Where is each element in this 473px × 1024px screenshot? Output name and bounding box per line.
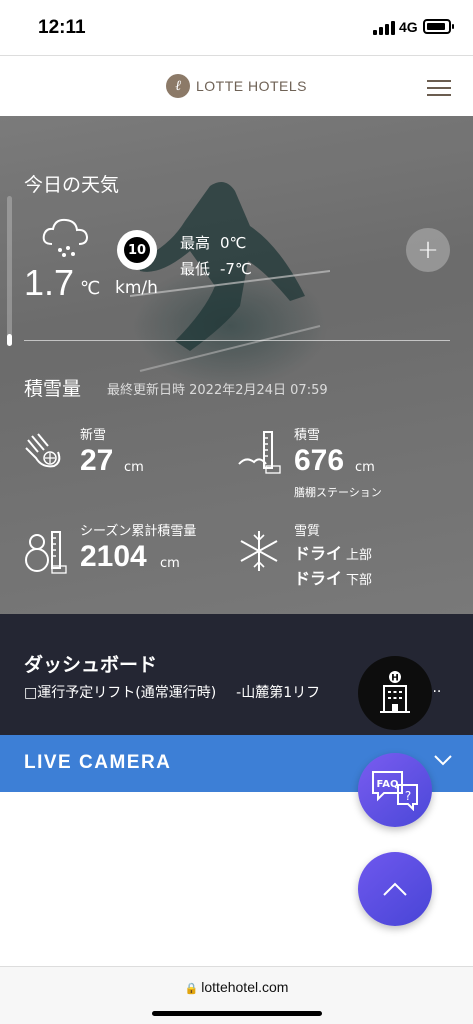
- logo-text: LOTTE HOTELS: [196, 78, 308, 94]
- hotel-icon: H: [380, 671, 410, 713]
- quality-upper-label: 上部: [346, 548, 373, 563]
- new-snow-unit: cm: [124, 460, 144, 475]
- vertical-scrollbar[interactable]: [7, 196, 12, 346]
- menu-icon[interactable]: [427, 80, 451, 96]
- url-display[interactable]: 🔒 lottehotel.com: [0, 979, 473, 995]
- high-label: 最高: [180, 234, 211, 252]
- snowflake-icon: [240, 531, 278, 571]
- season-total-unit: cm: [160, 556, 180, 571]
- chevron-up-icon: [383, 882, 407, 896]
- status-bar: 12:11 4G: [0, 0, 473, 54]
- lift-label: □運行予定リフト(通常運行時): [24, 685, 217, 701]
- lock-icon: 🔒: [184, 983, 199, 995]
- high-low-temps: 最高 0℃ 最低 -7℃: [180, 230, 252, 282]
- new-snow-label: 新雪: [80, 428, 107, 443]
- scroll-top-button[interactable]: [358, 852, 432, 926]
- chevron-down-icon[interactable]: [433, 753, 453, 767]
- cloud-snow-icon: [42, 218, 89, 257]
- browser-url-bar[interactable]: 🔒 lottehotel.com: [0, 966, 473, 1024]
- snow-hand-icon: [25, 433, 61, 468]
- temperature-value: 1.7: [24, 262, 75, 303]
- url-text: lottehotel.com: [201, 979, 289, 995]
- snow-depth-value: 676: [294, 444, 345, 477]
- quality-upper: ドライ 上部: [294, 540, 372, 564]
- season-total-label: シーズン累計積雪量: [80, 524, 197, 539]
- low-value: -7℃: [220, 260, 252, 278]
- snow-depth-station: 膳棚ステーション: [294, 486, 382, 499]
- snow-gauge-icon: [238, 431, 281, 474]
- signal-icon: [373, 21, 395, 35]
- hotel-button[interactable]: H: [358, 656, 432, 730]
- divider: [24, 340, 450, 341]
- svg-text:?: ?: [405, 789, 411, 803]
- weather-panel: 今日の天気 1.7 ℃ 10 km/h 最高 0℃ 最低 -7℃ + 積雪量 最終更…: [0, 116, 473, 614]
- snow-depth-label: 積雪: [294, 428, 321, 443]
- high-value: 0℃: [220, 234, 247, 252]
- new-snow-value: 27: [80, 444, 114, 477]
- quality-lower-value: ドライ: [294, 569, 343, 588]
- dashboard-title: ダッシュボード: [24, 654, 158, 676]
- temperature-unit: ℃: [80, 278, 101, 299]
- wind-icon: 10: [117, 230, 157, 270]
- quality-upper-value: ドライ: [294, 544, 343, 563]
- faq-label: FAQ: [377, 779, 399, 790]
- snowman-icon: [25, 531, 67, 574]
- dashboard-lift-info[interactable]: □運行予定リフト(通常運行時) -山麓第1リフ: [24, 682, 320, 702]
- weather-title: 今日の天気: [24, 174, 120, 196]
- status-time: 12:11: [38, 17, 86, 38]
- site-header: ℓ LOTTE HOTELS: [0, 55, 473, 116]
- snow-title: 積雪量: [24, 378, 82, 400]
- faq-icon: FAQ ?: [372, 771, 418, 811]
- home-indicator[interactable]: [152, 1011, 322, 1016]
- snow-updated-time: 最終更新日時 2022年2月24日 07:59: [107, 383, 328, 398]
- live-camera-label: LIVE CAMERA: [24, 752, 172, 773]
- quality-label: 雪質: [294, 524, 321, 539]
- quality-lower: ドライ 下部: [294, 565, 372, 589]
- hotel-badge-letter: H: [391, 674, 399, 684]
- lotte-hotels-logo[interactable]: ℓ LOTTE HOTELS: [166, 74, 307, 98]
- season-total-value: 2104: [80, 540, 147, 573]
- network-type: 4G: [399, 19, 418, 35]
- quality-lower-label: 下部: [346, 573, 373, 588]
- lift-name: -山麓第1リフ: [236, 685, 321, 701]
- logo-mark-icon: ℓ: [166, 74, 190, 98]
- faq-button[interactable]: FAQ ?: [358, 753, 432, 827]
- low-label: 最低: [180, 260, 211, 278]
- wind-unit: km/h: [115, 278, 158, 298]
- plus-icon[interactable]: +: [406, 228, 450, 272]
- snow-depth-unit: cm: [355, 460, 375, 475]
- wind-speed-value: 10: [127, 242, 147, 258]
- battery-icon: [423, 19, 454, 34]
